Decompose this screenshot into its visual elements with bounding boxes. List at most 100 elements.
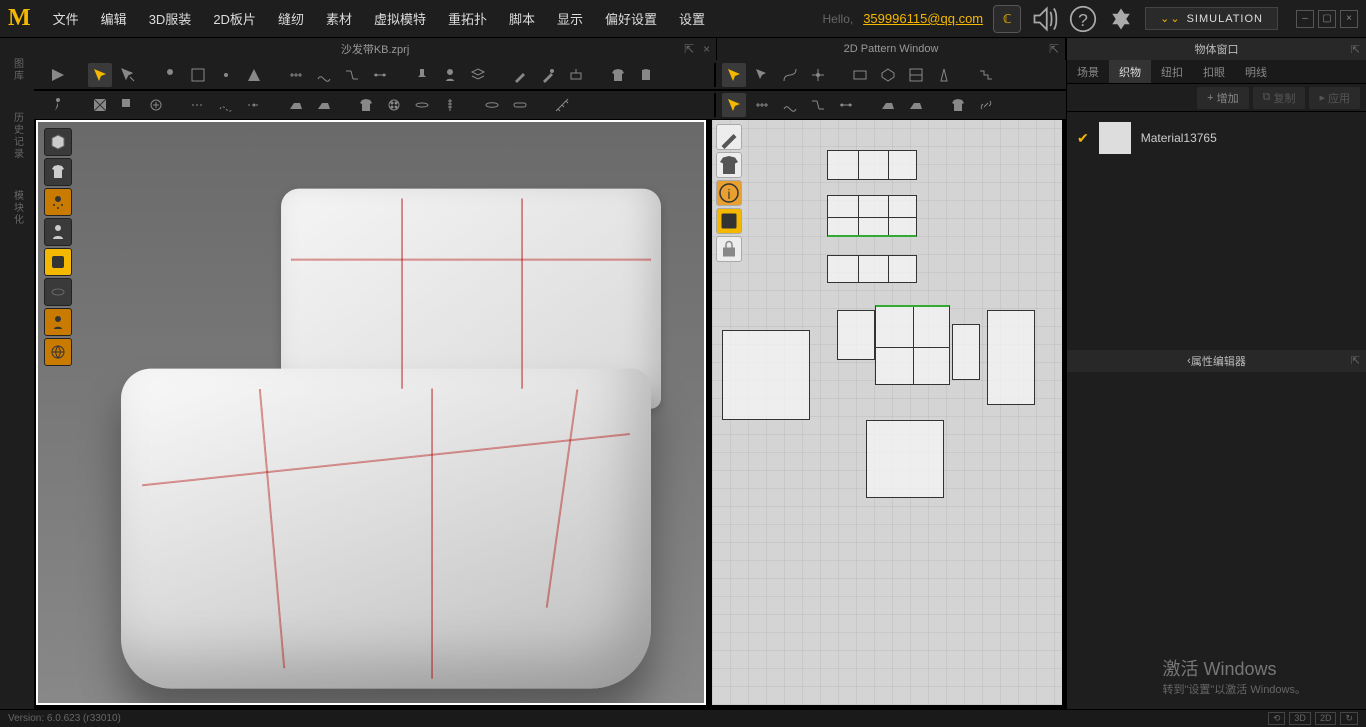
status-link-icon[interactable]: ⟲ bbox=[1268, 712, 1286, 725]
menu-2d-pattern[interactable]: 2D板片 bbox=[203, 3, 266, 34]
tool-2d-edit-point[interactable] bbox=[750, 63, 774, 87]
vp3d-show-fabric[interactable] bbox=[44, 248, 72, 276]
tool-2d-sew-select[interactable] bbox=[722, 93, 746, 117]
vp3d-show-avatar-skin[interactable] bbox=[44, 308, 72, 336]
tool-flatten[interactable] bbox=[564, 63, 588, 87]
property-editor-popout-icon[interactable]: ⇱ bbox=[1351, 354, 1360, 367]
vp3d-render-cube[interactable] bbox=[44, 128, 72, 156]
tool-2d-internal-line[interactable] bbox=[904, 63, 928, 87]
tool-topstitch-segment[interactable] bbox=[186, 93, 210, 117]
tab-topstitch[interactable]: 明线 bbox=[1235, 60, 1277, 83]
simulation-button[interactable]: ⌄⌄ SIMULATION bbox=[1145, 7, 1278, 30]
help-icon[interactable]: ? bbox=[1069, 5, 1097, 33]
tool-tack-avatar[interactable] bbox=[438, 63, 462, 87]
pattern-piece-8[interactable] bbox=[987, 310, 1035, 405]
tool-shirt-button[interactable] bbox=[354, 93, 378, 117]
menu-sewing[interactable]: 缝纫 bbox=[268, 3, 314, 34]
rail-history[interactable]: 历史记录 bbox=[10, 112, 25, 160]
pattern-piece-5[interactable] bbox=[837, 310, 875, 360]
tool-arrange-point[interactable] bbox=[214, 63, 238, 87]
tab-3d-popout-icon[interactable]: ⇱ bbox=[684, 42, 694, 56]
maximize-button[interactable]: ▢ bbox=[1318, 10, 1336, 28]
menu-3d-garment[interactable]: 3D服装 bbox=[139, 3, 202, 34]
vp2d-pen-icon[interactable] bbox=[716, 124, 742, 150]
vp3d-show-avatar-points[interactable] bbox=[44, 188, 72, 216]
tool-select-mesh[interactable] bbox=[116, 63, 140, 87]
tool-arrange-bbox[interactable] bbox=[186, 63, 210, 87]
tool-2d-rectangle[interactable] bbox=[848, 63, 872, 87]
tool-2d-edit-curve[interactable] bbox=[778, 63, 802, 87]
pattern-piece-7[interactable] bbox=[952, 324, 980, 380]
status-3d-button[interactable]: 3D bbox=[1289, 712, 1311, 725]
apply-button[interactable]: ▸应用 bbox=[1309, 87, 1360, 109]
menu-retopology[interactable]: 重拓扑 bbox=[438, 3, 497, 34]
status-refresh-icon[interactable]: ↻ bbox=[1340, 712, 1358, 725]
tab-fabric[interactable]: 织物 bbox=[1109, 60, 1151, 83]
tool-walk[interactable] bbox=[46, 93, 70, 117]
viewport-3d[interactable] bbox=[36, 120, 706, 705]
close-button[interactable]: × bbox=[1340, 10, 1358, 28]
rail-library[interactable]: 图库 bbox=[10, 58, 25, 82]
material-row[interactable]: ✔ Material13765 bbox=[1067, 112, 1366, 164]
tool-topstitch-free[interactable] bbox=[214, 93, 238, 117]
menu-script[interactable]: 脚本 bbox=[499, 3, 545, 34]
user-email[interactable]: 359996115@qq.com bbox=[863, 11, 983, 26]
tool-2d-link[interactable] bbox=[974, 93, 998, 117]
tool-iron-free[interactable] bbox=[312, 93, 336, 117]
menu-preferences[interactable]: 偏好设置 bbox=[595, 3, 667, 34]
tool-simulate[interactable] bbox=[46, 63, 70, 87]
tool-measure[interactable] bbox=[550, 93, 574, 117]
pattern-piece-6[interactable] bbox=[875, 305, 950, 385]
tool-sew-segment[interactable] bbox=[284, 63, 308, 87]
object-window-popout-icon[interactable]: ⇱ bbox=[1351, 43, 1360, 56]
tool-piping[interactable] bbox=[480, 93, 504, 117]
tab-scene[interactable]: 场景 bbox=[1067, 60, 1109, 83]
tool-avatar-tshirt[interactable] bbox=[606, 63, 630, 87]
tab-2d[interactable]: 2D Pattern Window ⇱ bbox=[717, 38, 1066, 60]
tool-sew-free[interactable] bbox=[312, 63, 336, 87]
tool-zipper[interactable] bbox=[438, 93, 462, 117]
tool-3dpen-avatar[interactable] bbox=[536, 63, 560, 87]
tool-button[interactable] bbox=[382, 93, 406, 117]
tab-buttonhole[interactable]: 扣眼 bbox=[1193, 60, 1235, 83]
tab-button[interactable]: 纽扣 bbox=[1151, 60, 1193, 83]
tool-texture[interactable] bbox=[88, 93, 112, 117]
tool-topstitch-edit[interactable] bbox=[242, 93, 266, 117]
viewport-2d[interactable]: i bbox=[712, 120, 1062, 705]
vp2d-garment-icon[interactable] bbox=[716, 152, 742, 178]
status-2d-button[interactable]: 2D bbox=[1315, 712, 1337, 725]
vp3d-show-avatar[interactable] bbox=[44, 218, 72, 246]
tool-texture-edit[interactable] bbox=[116, 93, 140, 117]
pattern-piece-2[interactable] bbox=[827, 195, 917, 237]
menu-edit[interactable]: 编辑 bbox=[91, 3, 137, 34]
tool-tack[interactable] bbox=[410, 63, 434, 87]
vp2d-lock-icon[interactable] bbox=[716, 236, 742, 262]
tool-fold[interactable] bbox=[242, 63, 266, 87]
tool-2d-sew-edit[interactable] bbox=[834, 93, 858, 117]
tool-avatar-more[interactable] bbox=[634, 63, 658, 87]
tool-2d-sew-segment[interactable] bbox=[750, 93, 774, 117]
tab-2d-popout-icon[interactable]: ⇱ bbox=[1049, 42, 1059, 56]
tool-2d-select[interactable] bbox=[722, 63, 746, 87]
tab-3d-close-icon[interactable]: × bbox=[703, 42, 710, 56]
tool-3dpen[interactable] bbox=[508, 63, 532, 87]
tool-2d-trace[interactable] bbox=[974, 63, 998, 87]
tool-pin[interactable] bbox=[158, 63, 182, 87]
tool-select-move[interactable] bbox=[88, 63, 112, 87]
tool-2d-sew-free[interactable] bbox=[778, 93, 802, 117]
tool-2d-add-point[interactable] bbox=[806, 63, 830, 87]
copy-button[interactable]: ⧉复制 bbox=[1253, 87, 1306, 109]
tool-2d-shirt[interactable] bbox=[946, 93, 970, 117]
tool-buttonhole[interactable] bbox=[410, 93, 434, 117]
store-icon[interactable]: ℂ bbox=[993, 5, 1021, 33]
sound-icon[interactable] bbox=[1031, 5, 1059, 33]
material-swatch[interactable] bbox=[1099, 122, 1131, 154]
tool-2d-sew-mn[interactable] bbox=[806, 93, 830, 117]
tool-binding[interactable] bbox=[508, 93, 532, 117]
tool-2d-iron[interactable] bbox=[876, 93, 900, 117]
menu-display[interactable]: 显示 bbox=[547, 3, 593, 34]
tool-graphic[interactable] bbox=[144, 93, 168, 117]
menu-file[interactable]: 文件 bbox=[43, 3, 89, 34]
pattern-piece-9[interactable] bbox=[866, 420, 944, 498]
vp3d-show-thickness[interactable] bbox=[44, 278, 72, 306]
